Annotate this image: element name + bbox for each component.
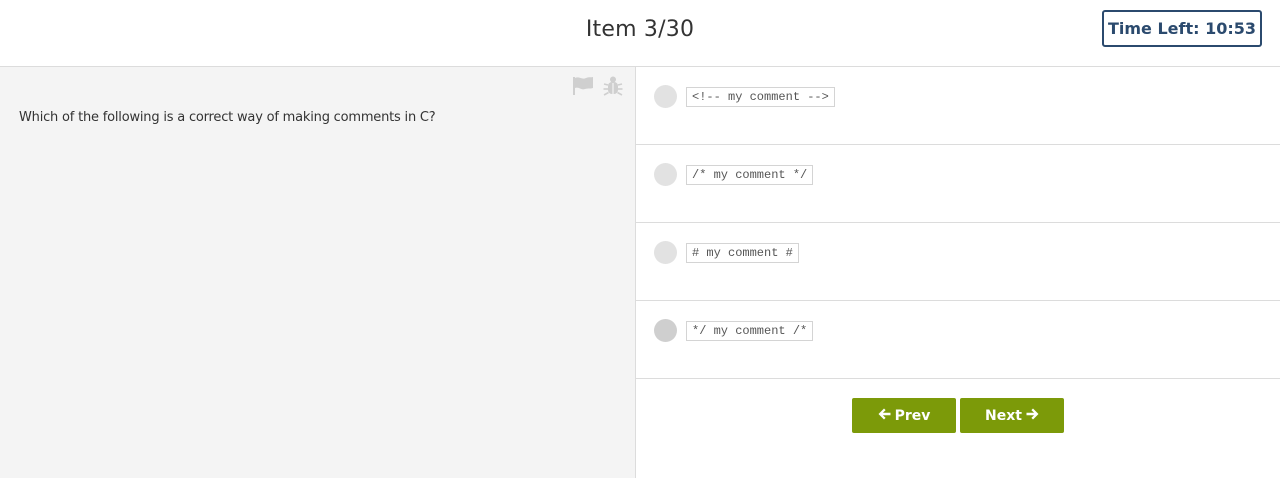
answer-label: /* my comment */ (686, 165, 814, 185)
radio-button[interactable] (654, 241, 677, 264)
bug-icon[interactable] (602, 75, 624, 97)
answer-option-2[interactable]: /* my comment */ (636, 145, 1280, 223)
next-button[interactable]: Next (960, 398, 1064, 433)
answers-panel: <!-- my comment --> /* my comment */ # m… (636, 67, 1280, 478)
radio-button[interactable] (654, 163, 677, 186)
answer-option-4[interactable]: */ my comment /* (636, 301, 1280, 379)
radio-button[interactable] (654, 319, 677, 342)
header-bar: Item 3/30 Time Left: 10:53 (0, 0, 1280, 67)
question-text: Which of the following is a correct way … (19, 110, 436, 125)
answer-label: # my comment # (686, 243, 799, 263)
time-left-badge: Time Left: 10:53 (1102, 10, 1262, 47)
prev-label: Prev (894, 407, 931, 424)
question-panel: Which of the following is a correct way … (0, 67, 636, 478)
answer-option-1[interactable]: <!-- my comment --> (636, 67, 1280, 145)
answer-label: */ my comment /* (686, 321, 814, 341)
arrow-left-icon (878, 408, 891, 423)
flag-icon[interactable] (572, 75, 594, 97)
prev-button[interactable]: Prev (852, 398, 956, 433)
question-tools (572, 75, 624, 97)
answer-option-3[interactable]: # my comment # (636, 223, 1280, 301)
arrow-right-icon (1026, 408, 1039, 423)
answer-label: <!-- my comment --> (686, 87, 835, 107)
item-counter: Item 3/30 (585, 17, 695, 42)
next-label: Next (985, 407, 1022, 424)
radio-button[interactable] (654, 85, 677, 108)
